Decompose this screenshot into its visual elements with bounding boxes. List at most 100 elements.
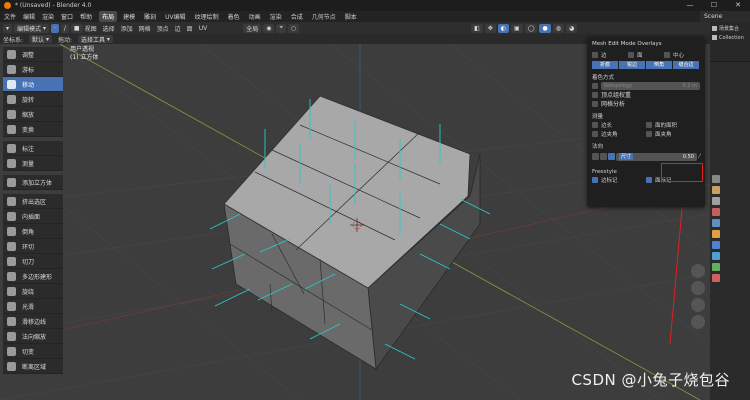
- workspace-tab-uv-editing[interactable]: UV编辑: [162, 11, 189, 22]
- proportional-edit-icon[interactable]: ○: [287, 23, 300, 33]
- workspace-tab-sculpting[interactable]: 雕刻: [141, 11, 159, 22]
- camera-view-icon[interactable]: [691, 298, 705, 312]
- drag-dropdown[interactable]: 选择工具 ▾: [78, 35, 113, 44]
- minimize-button[interactable]: —: [678, 0, 702, 11]
- workspace-tab-compositing[interactable]: 合成: [288, 11, 306, 22]
- rendered-shading-icon[interactable]: ◕: [565, 23, 578, 33]
- tool-button-annotate[interactable]: 标注: [3, 141, 63, 156]
- workspace-tab-animation[interactable]: 动画: [246, 11, 264, 22]
- edge-select-button[interactable]: /: [60, 23, 69, 33]
- tool-button-loopcut[interactable]: 环切: [3, 239, 63, 254]
- menu-edit[interactable]: 编辑: [23, 12, 35, 21]
- tool-button-rip-region[interactable]: 断离区域: [3, 359, 63, 374]
- workspace-tab-geometry-nodes[interactable]: 几何节点: [309, 11, 339, 22]
- render-tab-icon[interactable]: [712, 186, 720, 194]
- tool-button-transform[interactable]: 变换: [3, 122, 63, 137]
- menu-window[interactable]: 窗口: [61, 12, 73, 21]
- tool-tab-icon[interactable]: [712, 175, 720, 183]
- pan-icon[interactable]: [691, 281, 705, 295]
- workspace-tab-rendering[interactable]: 渲染: [267, 11, 285, 22]
- face-select-button[interactable]: ■: [70, 23, 83, 33]
- menu-help[interactable]: 帮助: [80, 12, 92, 21]
- eyedropper-icon[interactable]: ⁄: [699, 153, 700, 160]
- modifier-tab-icon[interactable]: [712, 241, 720, 249]
- vertex-select-button[interactable]: ·: [50, 23, 59, 33]
- tool-button-spin[interactable]: 旋绕: [3, 284, 63, 299]
- header-menu-edge[interactable]: 边: [175, 24, 181, 33]
- workspace-tab-layout[interactable]: 布局: [99, 11, 118, 22]
- header-menu-uv[interactable]: UV: [199, 25, 208, 32]
- tool-button-shrink-fatten[interactable]: 法向缩放: [3, 329, 63, 344]
- material-shading-icon[interactable]: ◍: [552, 23, 564, 33]
- seam-toggle[interactable]: 缝合边: [673, 61, 699, 69]
- world-tab-icon[interactable]: [712, 219, 720, 227]
- vertex-normals-icon[interactable]: [592, 153, 599, 160]
- solid-shading-icon[interactable]: ●: [539, 23, 551, 33]
- close-button[interactable]: ✕: [726, 0, 750, 11]
- maximize-button[interactable]: ☐: [702, 0, 726, 11]
- gizmo-toggle-icon[interactable]: ✥: [484, 23, 496, 33]
- header-menu-select[interactable]: 选择: [103, 24, 115, 33]
- mesh-analysis-row[interactable]: 网格分析: [592, 99, 700, 108]
- tool-button-bevel[interactable]: 倒角: [3, 224, 63, 239]
- normals-size-field[interactable]: 尺寸 0.50: [616, 152, 697, 161]
- workspace-tab-scripting[interactable]: 脚本: [342, 11, 360, 22]
- material-tab-icon[interactable]: [712, 274, 720, 282]
- pivot-icon[interactable]: ◉: [263, 23, 275, 33]
- outliner-row[interactable]: 场景集合: [712, 24, 748, 33]
- visibility-icon[interactable]: ◧: [471, 23, 483, 33]
- outliner-row[interactable]: Collection: [712, 33, 748, 42]
- tool-button-add-cube[interactable]: 添加立方体: [3, 175, 63, 190]
- edge-angle-checkbox[interactable]: 边夹角: [592, 130, 646, 138]
- output-tab-icon[interactable]: [712, 197, 720, 205]
- snap-icon[interactable]: ⌖: [276, 23, 286, 33]
- data-tab-icon[interactable]: [712, 263, 720, 271]
- header-menu-mesh[interactable]: 网格: [139, 24, 151, 33]
- mode-dropdown[interactable]: 编辑模式 ▾: [14, 23, 49, 33]
- tool-button-inset[interactable]: 内插面: [3, 209, 63, 224]
- workspace-tab-modeling[interactable]: 建模: [120, 11, 138, 22]
- scene-selector[interactable]: Scene: [700, 11, 750, 22]
- sharp-toggle[interactable]: 锐边: [619, 61, 645, 69]
- tool-button-shear[interactable]: 切变: [3, 344, 63, 359]
- face-angle-checkbox[interactable]: 面夹角: [646, 130, 700, 138]
- workspace-tab-texture-paint[interactable]: 纹理绘制: [192, 11, 222, 22]
- face-area-checkbox[interactable]: 面的面积: [646, 121, 700, 129]
- bevel-toggle[interactable]: 倒角: [646, 61, 672, 69]
- vertex-group-weights-row[interactable]: 顶点组权重: [592, 90, 700, 99]
- header-menu-vertex[interactable]: 顶点: [157, 24, 169, 33]
- overlay-edge-checkbox[interactable]: 边: [592, 51, 628, 59]
- tool-button-scale[interactable]: 缩放: [3, 107, 63, 122]
- object-tab-icon[interactable]: [712, 230, 720, 238]
- tool-button-move[interactable]: 移动: [3, 77, 63, 92]
- zoom-icon[interactable]: [691, 264, 705, 278]
- xray-icon[interactable]: ▣: [511, 23, 523, 33]
- overlay-face-checkbox[interactable]: 面: [628, 51, 664, 59]
- face-normals-icon[interactable]: [608, 153, 615, 160]
- tool-button-polybuild[interactable]: 多边形建形: [3, 269, 63, 284]
- retopology-checkbox[interactable]: [592, 82, 598, 89]
- edge-marks-checkbox[interactable]: 边标记: [592, 176, 646, 184]
- tool-button-cursor[interactable]: 游标: [3, 62, 63, 77]
- orientation-dropdown[interactable]: 默认 ▾: [29, 35, 52, 44]
- header-menu-view[interactable]: 视图: [85, 24, 97, 33]
- tool-button-edge-slide[interactable]: 滑移边线: [3, 314, 63, 329]
- wireframe-shading-icon[interactable]: ◯: [524, 23, 538, 33]
- scene-tab-icon[interactable]: [712, 208, 720, 216]
- perspective-toggle-icon[interactable]: [691, 315, 705, 329]
- tool-button-rotate[interactable]: 旋转: [3, 92, 63, 107]
- tool-button-knife[interactable]: 切刀: [3, 254, 63, 269]
- menu-file[interactable]: 文件: [4, 12, 16, 21]
- overlay-center-checkbox[interactable]: 中心: [664, 51, 700, 59]
- split-normals-icon[interactable]: [600, 153, 607, 160]
- header-menu-face[interactable]: 面: [187, 24, 193, 33]
- menu-render[interactable]: 渲染: [42, 12, 54, 21]
- tool-button-extrude[interactable]: 挤出选区: [3, 194, 63, 209]
- header-menu-add[interactable]: 添加: [121, 24, 133, 33]
- workspace-tab-shading[interactable]: 着色: [225, 11, 243, 22]
- transform-orientation-dropdown[interactable]: 全局: [243, 23, 262, 33]
- retopology-slider[interactable]: Retopology 0.2 m: [601, 81, 700, 90]
- tool-button-tweak[interactable]: 调整: [3, 47, 63, 62]
- overlay-toggle-icon[interactable]: ◐: [497, 23, 510, 33]
- editor-type-button[interactable]: ▾: [3, 23, 13, 33]
